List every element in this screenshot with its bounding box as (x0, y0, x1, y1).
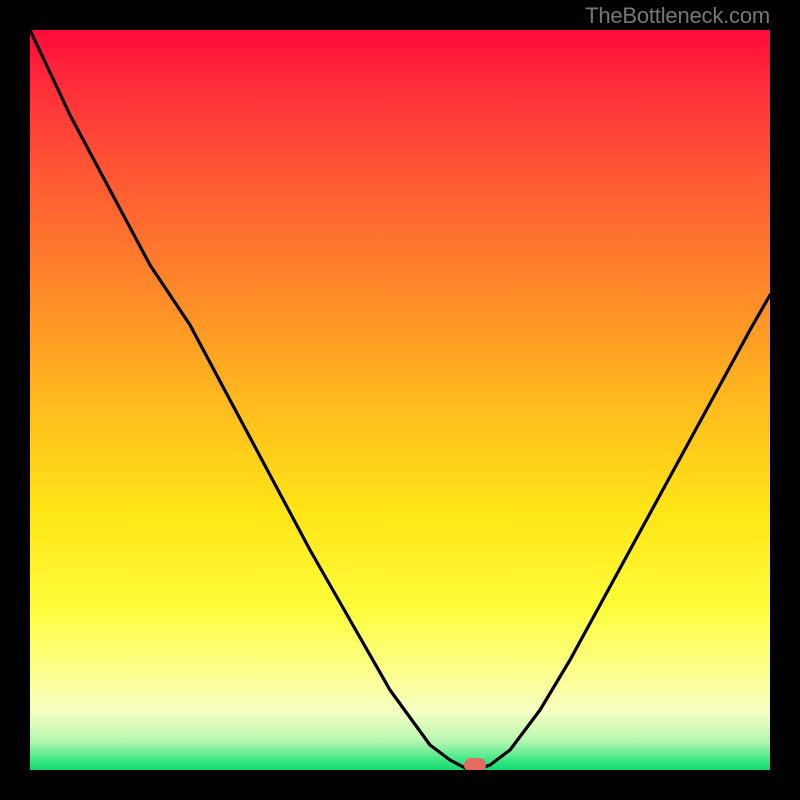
curve-right-branch (475, 295, 770, 770)
plot-area (30, 30, 770, 770)
optimal-point-marker (464, 758, 486, 770)
watermark-text: TheBottleneck.com (585, 3, 770, 29)
bottleneck-curve (30, 30, 770, 770)
chart-frame: TheBottleneck.com (0, 0, 800, 800)
curve-left-branch (30, 30, 475, 770)
